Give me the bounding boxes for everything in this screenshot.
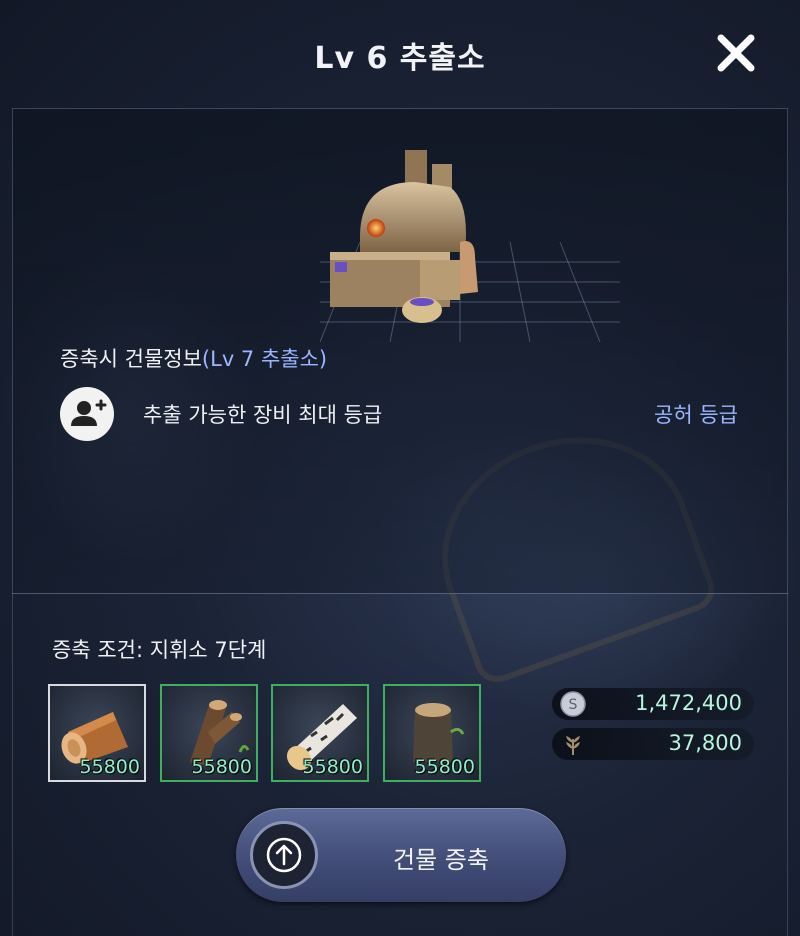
svg-text:S: S [569,697,578,713]
user-plus-icon [60,387,114,441]
panel-border-right [787,594,788,936]
panel-border-left [12,594,13,936]
cost-grain: 37,800 [552,728,754,760]
cost-silver: S 1,472,400 [552,688,754,720]
silver-cost-value: 1,472,400 [635,691,742,715]
stat-label: 추출 가능한 장비 최대 등급 [143,403,383,427]
material-quantity: 55800 [414,756,475,778]
material-item-tree-stump[interactable]: 55800 [383,684,481,782]
section-divider [12,593,788,594]
material-quantity: 55800 [191,756,252,778]
upgrade-info-heading: 증축시 건물정보(Lv 7 추출소) [60,343,327,373]
up-arrow-icon [250,821,318,889]
material-quantity: 55800 [302,756,363,778]
grain-icon [566,736,580,755]
upgrade-building-button[interactable]: 건물 증축 [236,808,566,902]
close-button[interactable] [713,30,759,76]
silver-coin-icon: S [560,691,586,717]
close-icon [717,34,755,72]
material-quantity: 55800 [79,756,140,778]
upgrade-button-label: 건물 증축 [393,846,489,874]
dialog-title: Lv 6 추출소 [314,41,486,76]
extractor-building-image [320,150,620,342]
dialog-header: Lv 6 추출소 [0,0,800,108]
grain-cost-value: 37,800 [668,731,742,755]
upgrade-requirement-label: 증축 조건: 지휘소 7단계 [52,638,267,662]
material-item-birch-log[interactable]: 55800 [271,684,369,782]
upgrade-target-level: (Lv 7 추출소) [201,347,328,371]
material-item-branching-log[interactable]: 55800 [160,684,258,782]
stat-value: 공허 등급 [654,403,738,427]
upgrade-info-prefix: 증축시 건물정보 [60,347,202,371]
material-item-log[interactable]: 55800 [48,684,146,782]
